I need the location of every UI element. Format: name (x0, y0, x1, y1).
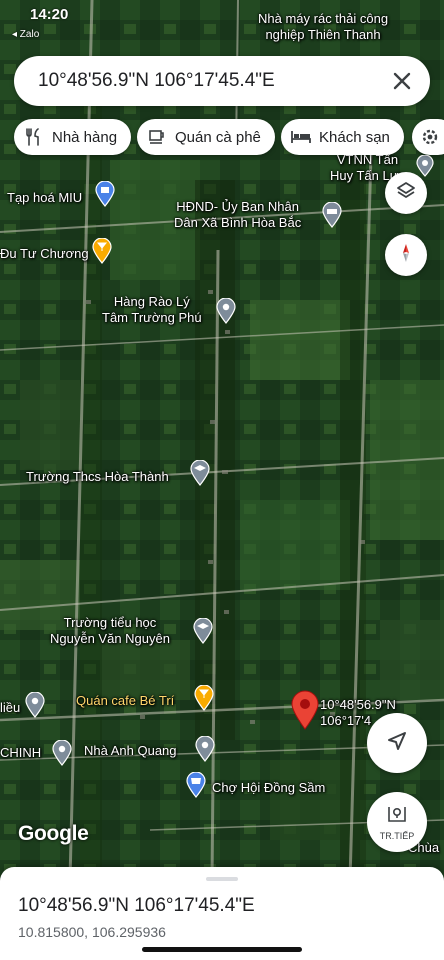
navigation-arrow-icon (385, 729, 409, 758)
dropped-location-pin-icon[interactable] (290, 690, 320, 730)
poi-label-hdnd[interactable]: HĐND- Ủy Ban Nhân Dân Xã Bình Hòa Bắc (174, 199, 301, 231)
compass-icon (395, 242, 417, 269)
gear-icon (420, 127, 440, 147)
poi-label-hangrao[interactable]: Hàng Rào Lý Tâm Trường Phú (102, 294, 202, 326)
poi-gray-pin-icon[interactable] (216, 298, 236, 324)
chip-more[interactable] (412, 119, 444, 155)
poi-label-cho[interactable]: Chợ Hội Đồng Sầm (212, 780, 325, 796)
layers-button[interactable] (385, 172, 427, 214)
poi-label-line: Hàng Rào Lý (113, 294, 190, 309)
compass-button[interactable] (385, 234, 427, 276)
chip-cafes[interactable]: Quán cà phê (137, 119, 275, 155)
poi-label-taphoa[interactable]: Tạp hoá MIU (7, 190, 82, 206)
back-to-app-link[interactable]: ◂ Zalo (12, 29, 39, 40)
poi-label-line: nghiệp Thiên Thanh (265, 27, 381, 42)
next-button[interactable]: TR.TIẾP (367, 792, 427, 852)
google-logo: Google (18, 822, 89, 845)
government-pin-icon[interactable] (322, 202, 342, 228)
poi-label-cafe[interactable]: Quán cafe Bé Trí (76, 693, 174, 709)
poi-label-line: Tâm Trường Phú (102, 310, 202, 325)
sheet-drag-handle[interactable] (206, 877, 238, 881)
chip-hotels[interactable]: Khách sạn (281, 119, 404, 155)
poi-label-line: Nguyễn Văn Nguyên (50, 631, 170, 646)
chip-label: Khách sạn (319, 128, 390, 146)
chip-restaurants[interactable]: Nhà hàng (14, 119, 132, 155)
poi-label-line: Trường tiểu học (63, 615, 157, 630)
next-button-label: TR.TIẾP (379, 831, 415, 841)
shopping-pin-icon[interactable] (95, 181, 115, 207)
chip-label: Quán cà phê (175, 128, 261, 146)
poi-label-tuchuong[interactable]: Đu Tư Chương (0, 246, 89, 262)
poi-label-chinh[interactable]: CHINH (0, 745, 41, 761)
poi-gray-pin-icon[interactable] (25, 692, 45, 718)
search-input[interactable]: 10°48'56.9"N 106°17'45.4"E (38, 70, 275, 92)
poi-label-tieuhoc[interactable]: Trường tiểu học Nguyễn Văn Nguyên (50, 615, 170, 647)
close-icon[interactable] (386, 65, 418, 97)
poi-label-lieu[interactable]: liều (0, 700, 20, 716)
bed-icon (291, 127, 311, 147)
school-pin-icon[interactable] (193, 618, 213, 644)
my-location-button[interactable] (367, 713, 427, 773)
layers-icon (395, 180, 417, 207)
poi-label-line: Nhà máy rác thải công (258, 11, 389, 26)
poi-label-line: Dân Xã Bình Hòa Bắc (174, 215, 302, 230)
market-pin-icon[interactable] (186, 772, 206, 798)
school-pin-icon[interactable] (190, 460, 210, 486)
poi-label-factory[interactable]: Nhà máy rác thải công nghiệp Thiên Thanh (258, 11, 388, 43)
poi-label-thcs[interactable]: Trường Thcs Hòa Thành (26, 469, 169, 485)
fork-knife-icon (24, 127, 44, 147)
search-bar[interactable]: 10°48'56.9"N 106°17'45.4"E (14, 56, 430, 106)
bar-pin-icon[interactable] (92, 238, 112, 264)
pin-label-line: 10°48'56.9"N (320, 697, 396, 712)
home-indicator[interactable] (142, 947, 302, 952)
poi-gray-pin-icon[interactable] (195, 736, 215, 762)
cafe-pin-icon[interactable] (194, 685, 214, 711)
poi-gray-pin-icon[interactable] (52, 740, 72, 766)
street-view-icon (386, 803, 408, 830)
decimal-coordinates: 10.815800, 106.295936 (18, 924, 166, 940)
poi-label-line: HĐND- Ủy Ban Nhân (176, 199, 300, 214)
poi-label-anhquang[interactable]: Nhà Anh Quang (84, 743, 177, 759)
status-time: 14:20 (30, 6, 69, 23)
chip-label: Nhà hàng (52, 128, 118, 146)
coffee-cup-icon (147, 127, 167, 147)
place-title: 10°48'56.9"N 106°17'45.4"E (18, 895, 255, 916)
poi-gray-pin-icon[interactable] (416, 155, 434, 177)
